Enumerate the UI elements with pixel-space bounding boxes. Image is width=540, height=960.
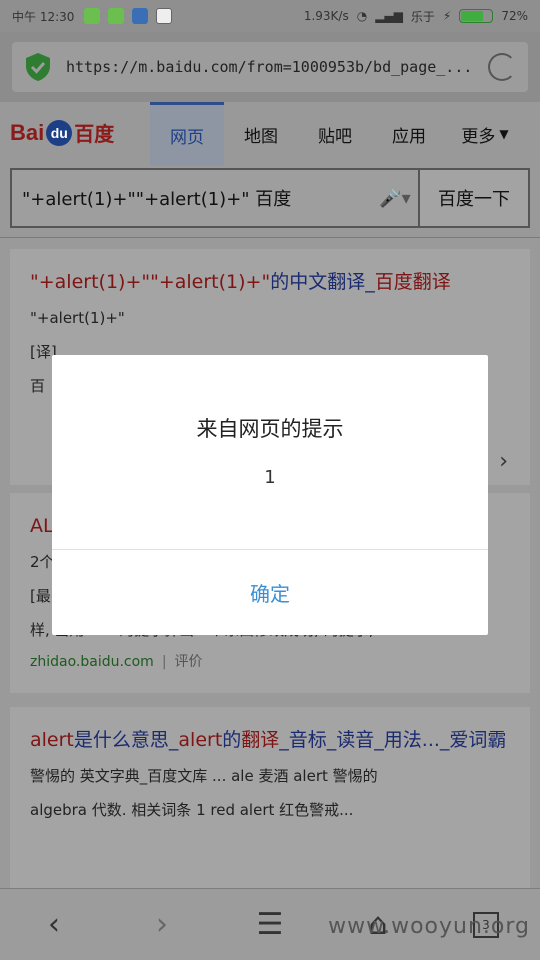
tab-web[interactable]: 网页	[150, 102, 224, 166]
alert-dialog: 来自网页的提示 1 确定	[52, 355, 488, 635]
tab-tieba[interactable]: 贴吧	[298, 102, 372, 166]
battery-icon	[459, 9, 494, 23]
chevron-right-icon[interactable]: ›	[499, 449, 508, 474]
paw-icon: du	[46, 119, 73, 146]
result-snippet: 警惕的 英文字典_百度文库 ... ale 麦酒 alert 警惕的	[30, 767, 378, 785]
notification-baidu-icon	[132, 8, 149, 24]
notification-app-icon	[108, 8, 125, 24]
forward-icon[interactable]: ›	[132, 895, 192, 955]
result-source: zhidao.baidu.com | 评价	[30, 654, 203, 670]
signal-icon: ▂▄▆	[375, 9, 403, 23]
watermark: www.wooyun.org	[328, 914, 530, 939]
result-title[interactable]: "+alert(1)+""+alert(1)+"的中文翻译_百度翻译	[30, 263, 510, 301]
tab-more[interactable]: 更多 ▼	[446, 102, 524, 166]
search-tabs: 网页 地图 贴吧 应用 更多 ▼	[150, 102, 540, 166]
menu-icon[interactable]: ☰	[240, 895, 300, 955]
url-text[interactable]: https://m.baidu.com/from=1000953b/bd_pag…	[66, 58, 478, 76]
back-icon[interactable]: ‹	[24, 895, 84, 955]
qq-icon	[156, 8, 173, 24]
reload-icon[interactable]	[488, 53, 516, 81]
dialog-message: 1	[264, 467, 276, 488]
address-bar[interactable]: https://m.baidu.com/from=1000953b/bd_pag…	[12, 42, 528, 92]
search-button[interactable]: 百度一下	[418, 170, 528, 226]
search-input[interactable]: "+alert(1)+""+alert(1)+" 百度	[12, 170, 372, 226]
battery-percent: 72%	[501, 9, 528, 23]
status-time: 中午 12:30	[12, 9, 75, 24]
browser-toolbar: https://m.baidu.com/from=1000953b/bd_pag…	[0, 32, 540, 102]
tab-map[interactable]: 地图	[224, 102, 298, 166]
baidu-header: Bai du 百度 网页 地图 贴吧 应用 更多 ▼ "+alert(1)+""…	[0, 102, 540, 238]
result-snippet: "+alert(1)+"	[30, 309, 125, 327]
microphone-icon[interactable]: 🎤▾	[372, 170, 418, 226]
notification-app-icon	[84, 8, 101, 24]
ok-button[interactable]: 确定	[52, 550, 488, 635]
result-title[interactable]: alert是什么意思_alert的翻译_音标_读音_用法..._爱词霸	[30, 721, 510, 759]
baidu-logo[interactable]: Bai du 百度	[10, 118, 114, 147]
result-card[interactable]: alert是什么意思_alert的翻译_音标_读音_用法..._爱词霸 警惕的 …	[10, 707, 530, 889]
carrier-name: 乐于	[410, 9, 435, 24]
result-snippet: algebra 代数. 相关词条 1 red alert 红色警戒...	[30, 801, 354, 819]
charging-icon: ⚡	[442, 9, 452, 23]
shield-icon	[26, 53, 50, 81]
dialog-title: 来自网页的提示	[196, 417, 344, 441]
search-box: "+alert(1)+""+alert(1)+" 百度 🎤▾ 百度一下	[10, 168, 530, 228]
tab-apps[interactable]: 应用	[372, 102, 446, 166]
network-speed: 1.93K/s	[303, 9, 349, 23]
wifi-icon: ◔	[356, 9, 368, 23]
status-bar: 中午 12:30 1.93K/s ◔ ▂▄▆ 乐于 ⚡ 72%	[0, 0, 540, 32]
chevron-down-icon: ▼	[499, 127, 509, 141]
